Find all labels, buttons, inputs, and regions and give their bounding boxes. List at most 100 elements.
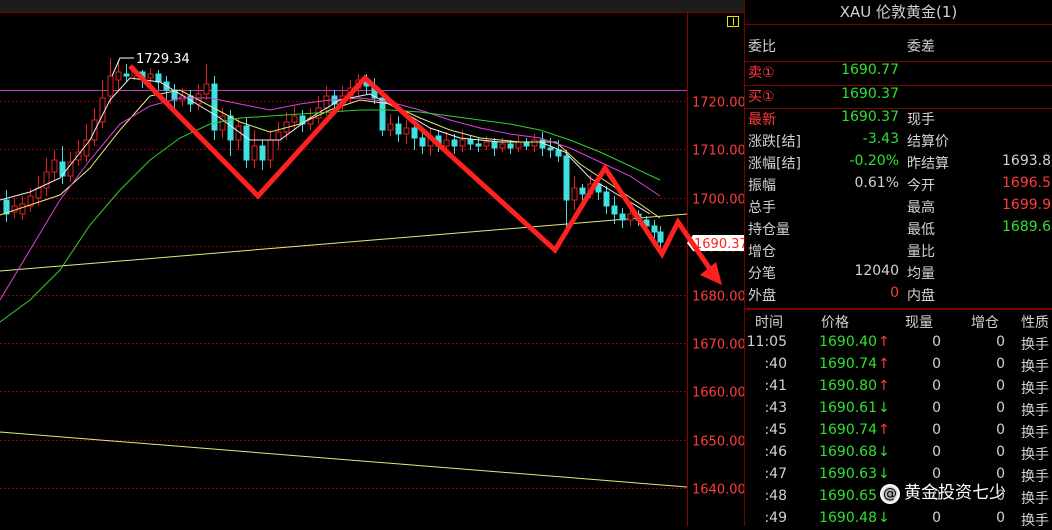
- candle-body: [251, 145, 258, 161]
- tick-oi-change: 0: [996, 444, 1005, 460]
- tick-type: 换手: [1021, 381, 1049, 397]
- window-toggle-icon[interactable]: [727, 16, 739, 27]
- weibo-at-icon: @: [880, 484, 900, 504]
- stat-label: 均量: [907, 266, 935, 282]
- candle-body: [459, 139, 466, 147]
- watermark: @ 黄金投资七少: [880, 478, 1006, 504]
- stat-label: 昨结算: [907, 156, 949, 172]
- stat-value: 0: [890, 285, 899, 301]
- tick-time: :48: [764, 488, 787, 504]
- tick-time: :45: [764, 422, 787, 438]
- candle-body: [51, 159, 58, 173]
- candle-body: [507, 143, 514, 149]
- price-axis-label: 1650.00: [692, 435, 744, 450]
- stat-label: 外盘: [748, 288, 776, 304]
- tick-volume: 0: [932, 510, 941, 526]
- high-price-label: 1729.34: [136, 52, 190, 67]
- ticks-header-0: 时间: [755, 315, 783, 331]
- candle-body: [491, 141, 498, 149]
- tick-price: 1690.74: [819, 356, 877, 372]
- stat-label: 涨跌[结]: [748, 134, 801, 150]
- tick-oi-change: 0: [996, 334, 1005, 350]
- tick-type: 换手: [1021, 469, 1049, 485]
- tick-volume: 0: [932, 356, 941, 372]
- price-axis-label: 1710.00: [692, 144, 744, 159]
- instrument-title: XAU 伦敦黄金(1): [745, 0, 1052, 25]
- tick-oi-change: 0: [996, 510, 1005, 526]
- candle-body: [291, 115, 298, 123]
- tick-time: :49: [764, 510, 787, 526]
- candle-body: [419, 137, 426, 147]
- candle-body: [579, 187, 586, 195]
- candle-body: [467, 139, 474, 145]
- ma60-line: [0, 109, 661, 323]
- candle-body: [155, 73, 162, 83]
- tick-type: 换手: [1021, 447, 1049, 463]
- candle-body: [275, 131, 282, 141]
- tick-direction-icon: ↑: [878, 378, 890, 394]
- candlestick-chart[interactable]: 1720.001710.001700.001690.001680.001670.…: [0, 0, 744, 526]
- candle-body: [571, 187, 578, 201]
- tick-volume: 0: [932, 334, 941, 350]
- stat-label: 最高: [907, 200, 935, 216]
- candle-body: [387, 123, 394, 131]
- candle-body: [123, 73, 130, 77]
- tick-price: 1690.40: [819, 334, 877, 350]
- candle-body: [19, 203, 26, 215]
- tick-volume: 0: [932, 422, 941, 438]
- candle-body: [451, 139, 458, 147]
- stat-label: 振幅: [748, 178, 776, 194]
- stat-label: 结算价: [907, 134, 949, 150]
- tick-time: :41: [764, 378, 787, 394]
- tick-time: :46: [764, 444, 787, 460]
- stat-label: 量比: [907, 244, 935, 260]
- candle-body: [531, 139, 538, 147]
- long-ma-line: [0, 213, 688, 272]
- candle-body: [443, 139, 450, 147]
- tick-type: 换手: [1021, 491, 1049, 507]
- candle-body: [563, 155, 570, 201]
- stat-value: 12040: [854, 263, 899, 279]
- current-price-text: 1690.37: [694, 237, 744, 252]
- tick-time: :47: [764, 466, 787, 482]
- stat-label: 持仓量: [748, 222, 790, 238]
- stat-value: 1699.9: [1002, 197, 1051, 213]
- tick-volume: 0: [932, 400, 941, 416]
- weibi-label: 委比: [748, 39, 776, 55]
- tick-price: 1690.63: [819, 466, 877, 482]
- candle-body: [483, 141, 490, 147]
- stat-label: 今开: [907, 178, 935, 194]
- tick-time: :43: [764, 400, 787, 416]
- divider: [745, 308, 1052, 310]
- tick-direction-icon: ↓: [878, 510, 890, 526]
- price-axis-label: 1640.00: [692, 483, 744, 498]
- price-axis-label: 1660.00: [692, 386, 744, 401]
- quote-panel: XAU 伦敦黄金(1) 委比 委差 卖① 1690.77 买① 1690.37 最新 1690…: [744, 0, 1052, 529]
- stat-value: 1693.8: [1002, 153, 1051, 169]
- long-ma-line: [0, 431, 688, 488]
- tick-volume: 0: [932, 444, 941, 460]
- ticks-header-1: 价格: [821, 315, 849, 331]
- tick-type: 换手: [1021, 513, 1049, 529]
- stat-label: 增仓: [748, 244, 776, 260]
- candle-body: [475, 143, 482, 147]
- candle-body: [147, 73, 154, 79]
- candle-body: [267, 139, 274, 161]
- stat-label: 分笔: [748, 266, 776, 282]
- price-axis-label: 1700.00: [692, 193, 744, 208]
- tick-price: 1690.68: [819, 444, 877, 460]
- stat-label: 内盘: [907, 288, 935, 304]
- stat-label: 现手: [907, 112, 935, 128]
- ticks-header-2: 现量: [905, 315, 933, 331]
- candle-body: [603, 191, 610, 207]
- candle-body: [657, 231, 664, 243]
- sell-price: 1690.77: [841, 62, 899, 78]
- tick-price: 1690.48: [819, 510, 877, 526]
- candle-body: [403, 127, 410, 135]
- watermark-text: 黄金投资七少: [904, 483, 1006, 503]
- tick-direction-icon: ↑: [878, 356, 890, 372]
- tick-volume: 0: [932, 378, 941, 394]
- tick-type: 换手: [1021, 337, 1049, 353]
- weicha-label: 委差: [907, 39, 935, 55]
- buy-label: 买①: [748, 89, 775, 105]
